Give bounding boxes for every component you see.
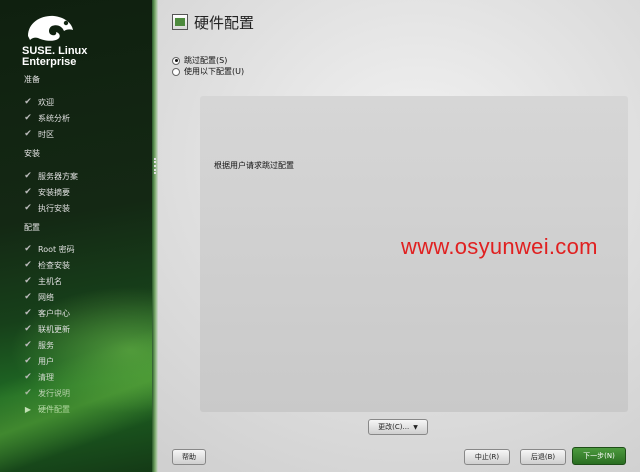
check-icon: ✔ bbox=[24, 276, 32, 286]
step-label: 发行说明 bbox=[38, 388, 70, 398]
radio-label: 跳过配置(S) bbox=[184, 56, 228, 65]
check-icon: ✔ bbox=[24, 244, 32, 254]
check-icon: ✔ bbox=[24, 187, 32, 197]
step-label: 时区 bbox=[38, 129, 54, 139]
next-button[interactable]: 下一步(N) bbox=[572, 447, 626, 465]
summary-message: 根据用户请求跳过配置 bbox=[214, 161, 294, 170]
check-icon: ✔ bbox=[24, 113, 32, 123]
section-configure: 配置 bbox=[24, 223, 40, 232]
check-icon: ✔ bbox=[24, 129, 32, 139]
step-label: 欢迎 bbox=[38, 97, 54, 107]
abort-button[interactable]: 中止(R) bbox=[464, 449, 510, 465]
chevron-down-icon: ▼ bbox=[413, 423, 418, 431]
step-label: 执行安装 bbox=[38, 203, 70, 213]
sidebar: SUSE. Linux Enterprise 准备 ✔ 欢迎 ✔ 系统分析 ✔ 时区 … bbox=[0, 0, 152, 472]
suse-chameleon-icon bbox=[28, 15, 73, 41]
step-label: 清理 bbox=[38, 372, 54, 382]
check-icon: ✔ bbox=[24, 203, 32, 213]
step-check-install: ✔ 检查安装 bbox=[22, 258, 70, 272]
step-system-analysis: ✔ 系统分析 bbox=[22, 111, 70, 125]
back-button[interactable]: 后退(B) bbox=[520, 449, 566, 465]
check-icon: ✔ bbox=[24, 356, 32, 366]
main-panel: 硬件配置 跳过配置(S) 使用以下配置(U) 根据用户请求跳过配置 www.os… bbox=[158, 0, 640, 472]
step-label: 硬件配置 bbox=[38, 404, 70, 414]
step-label: 安装摘要 bbox=[38, 187, 70, 197]
radio-use-config[interactable]: 使用以下配置(U) bbox=[172, 66, 244, 77]
play-arrow-icon: ▶ bbox=[24, 404, 32, 414]
change-button-label: 更改(C)... bbox=[378, 423, 410, 431]
step-label: Root 密码 bbox=[38, 244, 75, 254]
step-services: ✔ 服务 bbox=[22, 338, 54, 352]
check-icon: ✔ bbox=[24, 97, 32, 107]
radio-selected-icon[interactable] bbox=[172, 56, 180, 65]
step-label: 用户 bbox=[38, 356, 54, 366]
step-customer-center: ✔ 客户中心 bbox=[22, 306, 70, 320]
radio-skip-config[interactable]: 跳过配置(S) bbox=[172, 55, 227, 66]
step-welcome: ✔ 欢迎 bbox=[22, 95, 54, 109]
step-hardware-config: ▶ 硬件配置 bbox=[22, 402, 70, 416]
check-icon: ✔ bbox=[24, 308, 32, 318]
step-label: 主机名 bbox=[38, 276, 62, 286]
check-icon: ✔ bbox=[24, 324, 32, 334]
change-button[interactable]: 更改(C)... ▼ bbox=[368, 419, 428, 435]
check-icon: ✔ bbox=[24, 340, 32, 350]
step-label: 联机更新 bbox=[38, 324, 70, 334]
step-label: 系统分析 bbox=[38, 113, 70, 123]
check-icon: ✔ bbox=[24, 171, 32, 181]
step-timezone: ✔ 时区 bbox=[22, 127, 54, 141]
brand-name: SUSE. Linux Enterprise bbox=[22, 46, 87, 68]
step-label: 客户中心 bbox=[38, 308, 70, 318]
step-network: ✔ 网络 bbox=[22, 290, 54, 304]
step-release-notes: ✔ 发行说明 bbox=[22, 386, 70, 400]
radio-label: 使用以下配置(U) bbox=[184, 67, 245, 76]
section-prepare: 准备 bbox=[24, 75, 40, 84]
watermark-text: www.osyunwei.com bbox=[401, 234, 598, 259]
check-icon: ✔ bbox=[24, 292, 32, 302]
check-icon: ✔ bbox=[24, 388, 32, 398]
step-install-summary: ✔ 安装摘要 bbox=[22, 185, 70, 199]
step-server-scenario: ✔ 服务器方案 bbox=[22, 169, 78, 183]
step-label: 网络 bbox=[38, 292, 54, 302]
step-label: 服务 bbox=[38, 340, 54, 350]
step-root-password: ✔ Root 密码 bbox=[22, 242, 75, 256]
step-online-update: ✔ 联机更新 bbox=[22, 322, 70, 336]
step-cleanup: ✔ 清理 bbox=[22, 370, 54, 384]
radio-unselected-icon[interactable] bbox=[172, 67, 180, 76]
step-label: 检查安装 bbox=[38, 260, 70, 270]
step-users: ✔ 用户 bbox=[22, 354, 54, 368]
check-icon: ✔ bbox=[24, 372, 32, 382]
step-hostname: ✔ 主机名 bbox=[22, 274, 62, 288]
check-icon: ✔ bbox=[24, 260, 32, 270]
section-install: 安装 bbox=[24, 149, 40, 158]
brand-line-2: Enterprise bbox=[22, 56, 77, 68]
step-perform-install: ✔ 执行安装 bbox=[22, 201, 70, 215]
help-button[interactable]: 帮助 bbox=[172, 449, 206, 465]
hardware-icon bbox=[172, 14, 188, 30]
step-label: 服务器方案 bbox=[38, 171, 78, 181]
page-title: 硬件配置 bbox=[194, 14, 255, 32]
